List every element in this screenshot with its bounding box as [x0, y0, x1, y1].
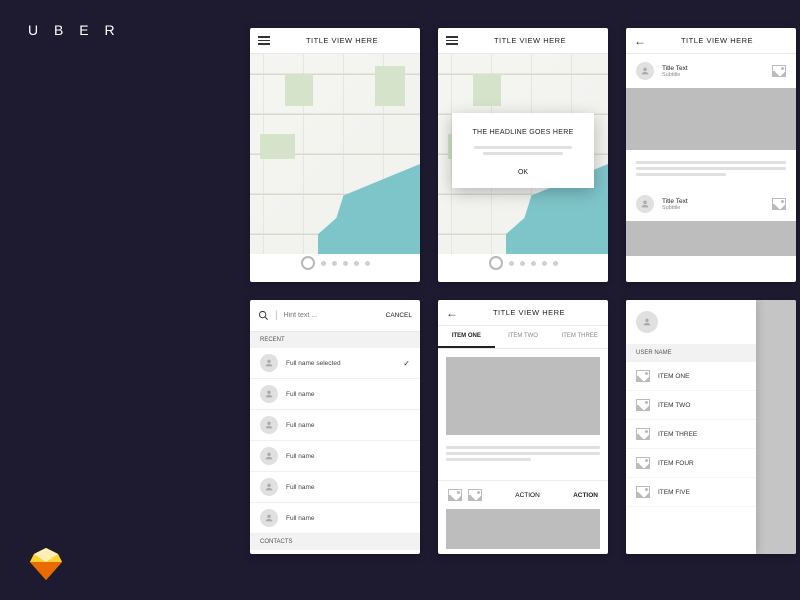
list-item[interactable]: Full name [250, 503, 420, 534]
dialog-headline: THE HEADLINE GOES HERE [466, 129, 580, 136]
avatar-icon [260, 416, 278, 434]
menu-icon[interactable] [258, 34, 272, 48]
avatar-icon[interactable] [636, 311, 658, 333]
drawer-item[interactable]: ITEM FIVE [626, 478, 756, 507]
image-icon [772, 198, 786, 210]
text-placeholder [626, 150, 796, 187]
image-icon [636, 370, 650, 382]
check-icon: ✓ [403, 359, 410, 368]
image-icon [636, 457, 650, 469]
feed-card-header[interactable]: Title TextSubtitle [626, 54, 796, 88]
avatar-icon [260, 478, 278, 496]
tab-item-two[interactable]: ITEM TWO [495, 326, 552, 348]
section-recent: RECENT [250, 332, 420, 348]
secondary-action[interactable]: ACTION [515, 492, 540, 499]
page-title: TITLE VIEW HERE [646, 36, 788, 45]
page-title: TITLE VIEW HERE [458, 308, 600, 317]
image-icon[interactable] [468, 489, 482, 501]
map-view[interactable] [250, 54, 420, 254]
avatar-icon [636, 195, 654, 213]
drawer-item[interactable]: ITEM THREE [626, 420, 756, 449]
brand-logo: U B E R [28, 22, 121, 38]
screen-drawer: USER NAME ITEM ONE ITEM TWO ITEM THREE I… [626, 300, 796, 554]
avatar-icon [260, 385, 278, 403]
app-header: ← TITLE VIEW HERE [626, 28, 796, 54]
search-icon [258, 310, 269, 321]
back-icon[interactable]: ← [634, 34, 646, 48]
action-bar: ACTION ACTION [438, 480, 608, 509]
avatar-icon [636, 62, 654, 80]
content-image [446, 357, 600, 435]
feed-image [626, 88, 796, 150]
list-item[interactable]: Full name [250, 379, 420, 410]
list-item[interactable]: Full name selected✓ [250, 348, 420, 379]
cancel-button[interactable]: CANCEL [386, 312, 412, 319]
list-item[interactable]: Full name [250, 441, 420, 472]
card-subtitle: Subtitle [662, 205, 688, 211]
feed-image [626, 221, 796, 256]
backdrop[interactable] [756, 300, 796, 554]
list-item[interactable]: Full name [250, 472, 420, 503]
card-title: Title Text [662, 198, 688, 205]
drawer-header [626, 300, 756, 344]
app-header: ← TITLE VIEW HERE [438, 300, 608, 326]
app-header: TITLE VIEW HERE [250, 28, 420, 54]
image-icon[interactable] [448, 489, 462, 501]
app-header: TITLE VIEW HERE [438, 28, 608, 54]
sketch-icon [28, 546, 64, 582]
content-image [446, 509, 600, 549]
screen-map: TITLE VIEW HERE [250, 28, 420, 282]
list-item[interactable]: Full name [250, 410, 420, 441]
nav-drawer: USER NAME ITEM ONE ITEM TWO ITEM THREE I… [626, 300, 756, 554]
primary-action[interactable]: ACTION [573, 492, 598, 499]
avatar-icon [260, 509, 278, 527]
image-icon [636, 428, 650, 440]
image-icon [772, 65, 786, 77]
text-placeholder [446, 435, 600, 472]
page-title: TITLE VIEW HERE [460, 36, 600, 45]
drawer-item[interactable]: ITEM TWO [626, 391, 756, 420]
tab-item-one[interactable]: ITEM ONE [438, 326, 495, 348]
screen-tabs: ← TITLE VIEW HERE ITEM ONE ITEM TWO ITEM… [438, 300, 608, 554]
screen-map-dialog: TITLE VIEW HERE THE HEADLINE GOES HERE O… [438, 28, 608, 282]
drawer-username: USER NAME [626, 344, 756, 362]
feed-card-header[interactable]: Title TextSubtitle [626, 187, 796, 221]
list-item[interactable]: Full name [250, 550, 420, 554]
card-subtitle: Subtitle [662, 72, 688, 78]
ok-button[interactable]: OK [466, 169, 580, 176]
card-title: Title Text [662, 65, 688, 72]
image-icon [636, 399, 650, 411]
section-contacts: CONTACTS [250, 534, 420, 550]
page-title: TITLE VIEW HERE [272, 36, 412, 45]
alert-dialog: THE HEADLINE GOES HERE OK [452, 113, 594, 188]
pager[interactable] [438, 256, 608, 270]
search-input[interactable] [284, 312, 380, 319]
image-icon [636, 486, 650, 498]
avatar-icon [260, 354, 278, 372]
tab-item-three[interactable]: ITEM THREE [551, 326, 608, 348]
screen-feed: ← TITLE VIEW HERE Title TextSubtitle Tit… [626, 28, 796, 282]
menu-icon[interactable] [446, 34, 460, 48]
tab-bar: ITEM ONE ITEM TWO ITEM THREE [438, 326, 608, 349]
avatar-icon [260, 447, 278, 465]
drawer-item[interactable]: ITEM FOUR [626, 449, 756, 478]
pager[interactable] [250, 256, 420, 270]
screen-search: | CANCEL RECENT Full name selected✓ Full… [250, 300, 420, 554]
drawer-item[interactable]: ITEM ONE [626, 362, 756, 391]
search-bar: | CANCEL [250, 300, 420, 332]
back-icon[interactable]: ← [446, 306, 458, 320]
